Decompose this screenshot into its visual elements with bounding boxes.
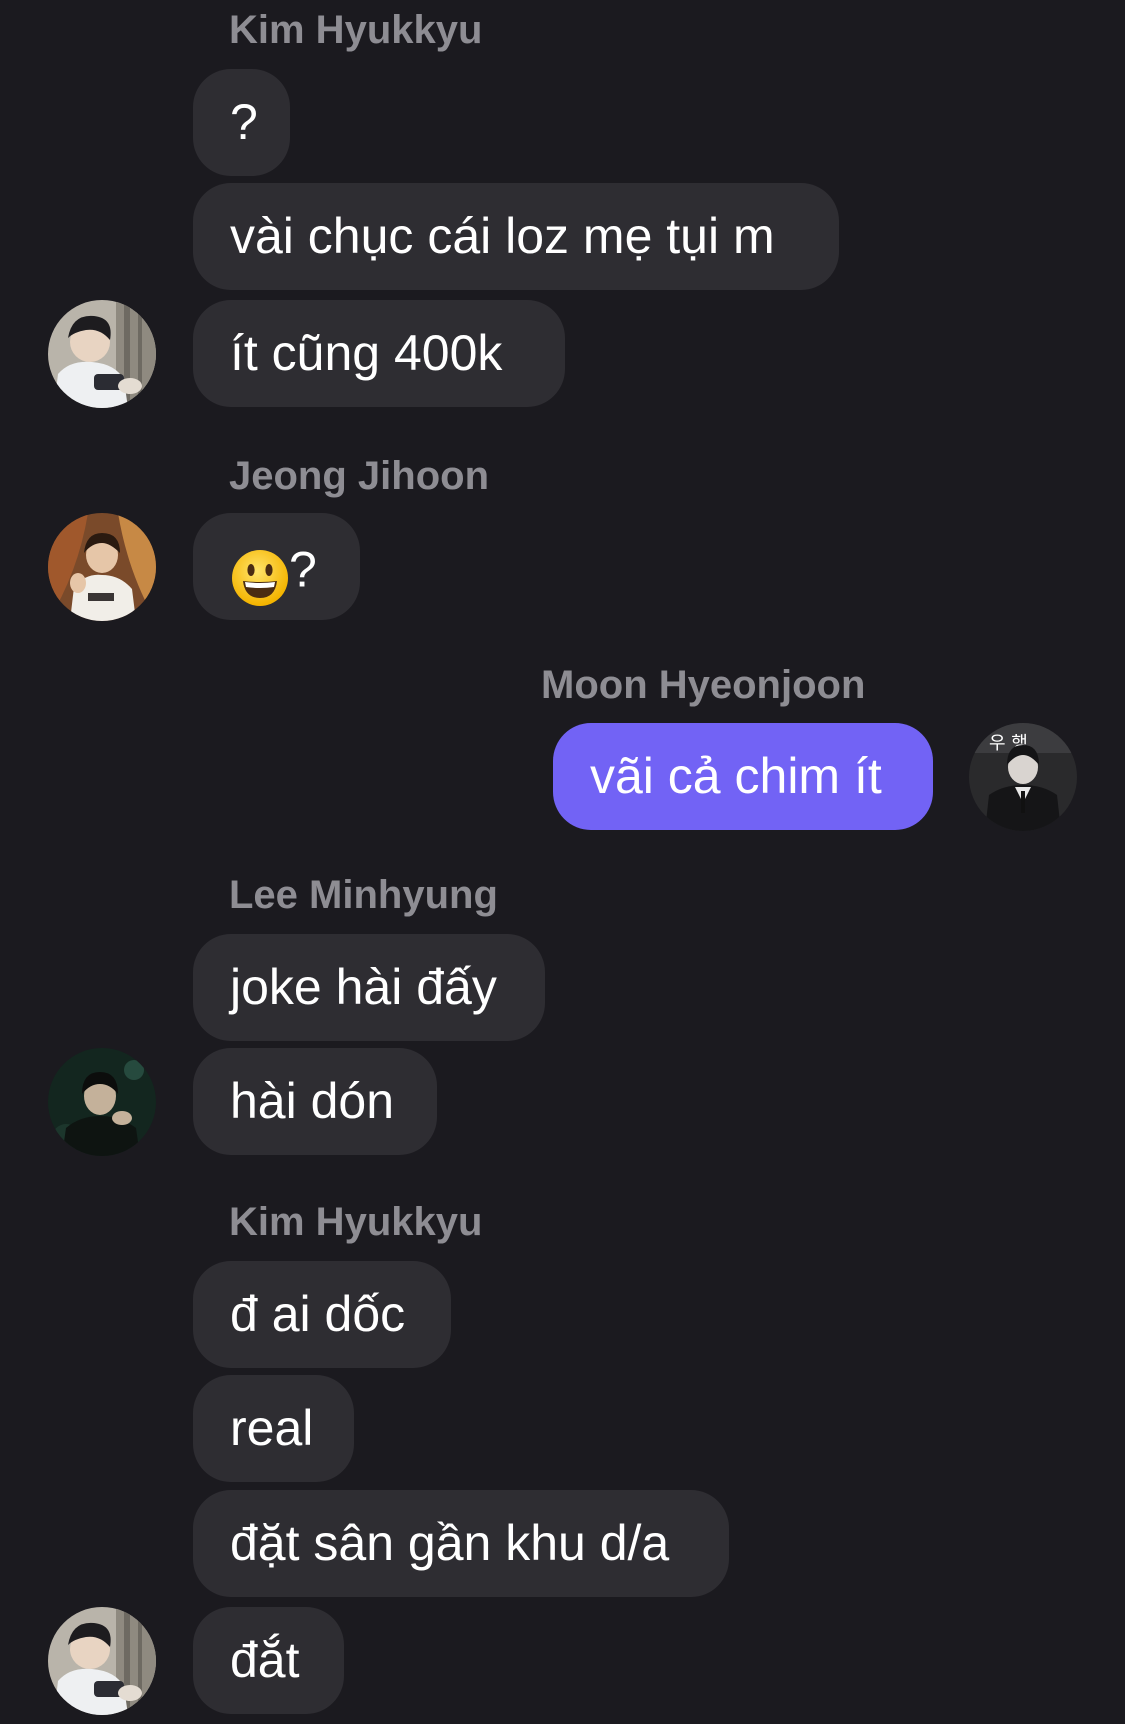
message-bubble[interactable]: đặt sân gần khu d/a — [193, 1490, 729, 1597]
message-bubble[interactable]: ? — [193, 69, 290, 176]
avatar[interactable] — [48, 513, 156, 621]
message-bubble[interactable]: đắt — [193, 1607, 344, 1714]
sender-name: Moon Hyeonjoon — [541, 663, 866, 707]
sender-name: Lee Minhyung — [229, 873, 498, 917]
message-bubble[interactable]: ? — [193, 513, 360, 620]
message-text: ? — [289, 541, 317, 598]
sender-name: Jeong Jihoon — [229, 454, 489, 498]
avatar[interactable] — [48, 300, 156, 408]
sender-name: Kim Hyukkyu — [229, 8, 483, 52]
sender-name: Kim Hyukkyu — [229, 1200, 483, 1244]
avatar[interactable]: 우 행 — [969, 723, 1077, 831]
message-bubble[interactable]: đ ai dốc — [193, 1261, 451, 1368]
grinning-face-emoji — [231, 537, 289, 606]
message-bubble[interactable]: ít cũng 400k — [193, 300, 565, 407]
message-bubble[interactable]: hài dón — [193, 1048, 437, 1155]
message-bubble-outgoing[interactable]: vãi cả chim ít — [553, 723, 933, 830]
avatar[interactable] — [48, 1607, 156, 1715]
message-bubble[interactable]: joke hài đấy — [193, 934, 545, 1041]
message-bubble[interactable]: vài chục cái loz mẹ tụi m — [193, 183, 839, 290]
avatar[interactable] — [48, 1048, 156, 1156]
message-bubble[interactable]: real — [193, 1375, 354, 1482]
